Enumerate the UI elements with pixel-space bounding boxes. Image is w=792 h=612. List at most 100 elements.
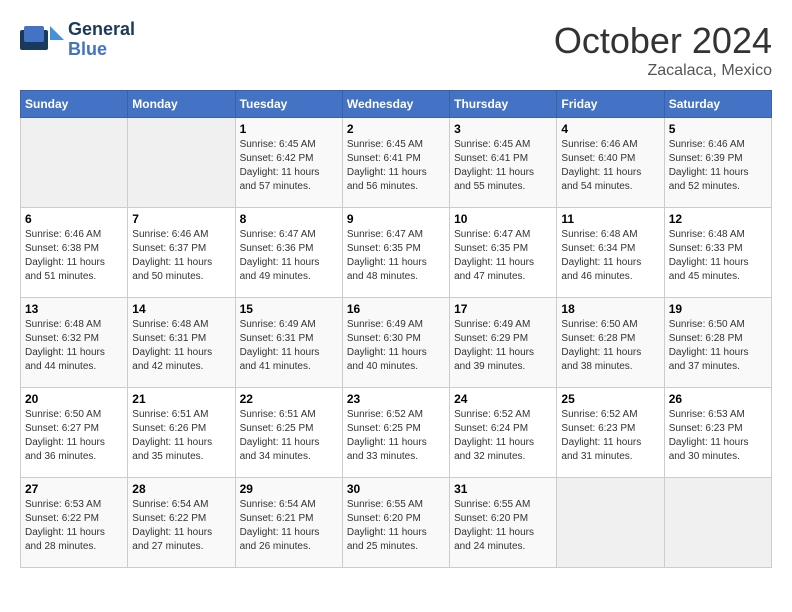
day-info: Sunrise: 6:53 AM Sunset: 6:22 PM Dayligh…: [25, 498, 123, 554]
day-number: 18: [561, 302, 659, 316]
calendar-cell: 21 Sunrise: 6:51 AM Sunset: 6:26 PM Dayli…: [128, 388, 235, 478]
day-number: 13: [25, 302, 123, 316]
calendar-cell: 26 Sunrise: 6:53 AM Sunset: 6:23 PM Dayli…: [664, 388, 771, 478]
day-number: 14: [132, 302, 230, 316]
day-number: 16: [347, 302, 445, 316]
weekday-header-row: SundayMondayTuesdayWednesdayThursdayFrid…: [21, 91, 772, 118]
day-number: 29: [240, 482, 338, 496]
calendar-cell: 31 Sunrise: 6:55 AM Sunset: 6:20 PM Dayli…: [450, 478, 557, 568]
calendar-cell: 19 Sunrise: 6:50 AM Sunset: 6:28 PM Dayli…: [664, 298, 771, 388]
day-info: Sunrise: 6:55 AM Sunset: 6:20 PM Dayligh…: [454, 498, 552, 554]
day-info: Sunrise: 6:48 AM Sunset: 6:33 PM Dayligh…: [669, 228, 767, 284]
calendar-week-row: 13Sunrise: 6:48 AM Sunset: 6:32 PM Dayli…: [21, 298, 772, 388]
weekday-header-cell: Sunday: [21, 91, 128, 118]
calendar-cell: [128, 118, 235, 208]
calendar-table: SundayMondayTuesdayWednesdayThursdayFrid…: [20, 90, 772, 568]
day-number: 17: [454, 302, 552, 316]
page-header: General Blue October 2024 Zacalaca, Mexi…: [20, 20, 772, 80]
logo-icon: [20, 22, 64, 58]
calendar-cell: 30 Sunrise: 6:55 AM Sunset: 6:20 PM Dayli…: [342, 478, 449, 568]
day-info: Sunrise: 6:48 AM Sunset: 6:31 PM Dayligh…: [132, 318, 230, 374]
calendar-cell: 8 Sunrise: 6:47 AM Sunset: 6:36 PM Daylig…: [235, 208, 342, 298]
day-number: 20: [25, 392, 123, 406]
weekday-header-cell: Monday: [128, 91, 235, 118]
title-block: October 2024 Zacalaca, Mexico: [554, 20, 772, 80]
calendar-body: 1Sunrise: 6:45 AM Sunset: 6:42 PM Daylig…: [21, 118, 772, 568]
day-info: Sunrise: 6:51 AM Sunset: 6:26 PM Dayligh…: [132, 408, 230, 464]
day-info: Sunrise: 6:53 AM Sunset: 6:23 PM Dayligh…: [669, 408, 767, 464]
weekday-header-cell: Thursday: [450, 91, 557, 118]
day-number: 11: [561, 212, 659, 226]
day-number: 3: [454, 122, 552, 136]
day-info: Sunrise: 6:49 AM Sunset: 6:29 PM Dayligh…: [454, 318, 552, 374]
day-info: Sunrise: 6:54 AM Sunset: 6:22 PM Dayligh…: [132, 498, 230, 554]
day-number: 27: [25, 482, 123, 496]
day-number: 10: [454, 212, 552, 226]
day-number: 2: [347, 122, 445, 136]
calendar-cell: 7 Sunrise: 6:46 AM Sunset: 6:37 PM Daylig…: [128, 208, 235, 298]
calendar-cell: 29Sunrise: 6:54 AM Sunset: 6:21 PM Dayli…: [235, 478, 342, 568]
calendar-cell: 16 Sunrise: 6:49 AM Sunset: 6:30 PM Dayli…: [342, 298, 449, 388]
day-number: 19: [669, 302, 767, 316]
day-info: Sunrise: 6:50 AM Sunset: 6:28 PM Dayligh…: [561, 318, 659, 374]
logo-line1: General: [68, 20, 135, 40]
day-info: Sunrise: 6:50 AM Sunset: 6:27 PM Dayligh…: [25, 408, 123, 464]
calendar-cell: 9 Sunrise: 6:47 AM Sunset: 6:35 PM Daylig…: [342, 208, 449, 298]
weekday-header-cell: Saturday: [664, 91, 771, 118]
day-number: 23: [347, 392, 445, 406]
calendar-cell: 14 Sunrise: 6:48 AM Sunset: 6:31 PM Dayli…: [128, 298, 235, 388]
location-subtitle: Zacalaca, Mexico: [554, 62, 772, 80]
calendar-week-row: 1Sunrise: 6:45 AM Sunset: 6:42 PM Daylig…: [21, 118, 772, 208]
day-number: 5: [669, 122, 767, 136]
calendar-cell: 11 Sunrise: 6:48 AM Sunset: 6:34 PM Dayli…: [557, 208, 664, 298]
day-info: Sunrise: 6:49 AM Sunset: 6:30 PM Dayligh…: [347, 318, 445, 374]
calendar-cell: 23Sunrise: 6:52 AM Sunset: 6:25 PM Dayli…: [342, 388, 449, 478]
day-info: Sunrise: 6:46 AM Sunset: 6:38 PM Dayligh…: [25, 228, 123, 284]
day-info: Sunrise: 6:47 AM Sunset: 6:36 PM Dayligh…: [240, 228, 338, 284]
day-number: 8: [240, 212, 338, 226]
calendar-week-row: 20 Sunrise: 6:50 AM Sunset: 6:27 PM Dayli…: [21, 388, 772, 478]
day-info: Sunrise: 6:55 AM Sunset: 6:20 PM Dayligh…: [347, 498, 445, 554]
calendar-week-row: 6 Sunrise: 6:46 AM Sunset: 6:38 PM Daylig…: [21, 208, 772, 298]
calendar-cell: 24 Sunrise: 6:52 AM Sunset: 6:24 PM Dayli…: [450, 388, 557, 478]
calendar-cell: 22Sunrise: 6:51 AM Sunset: 6:25 PM Dayli…: [235, 388, 342, 478]
calendar-cell: [21, 118, 128, 208]
day-number: 9: [347, 212, 445, 226]
month-title: October 2024: [554, 20, 772, 62]
day-number: 6: [25, 212, 123, 226]
day-info: Sunrise: 6:47 AM Sunset: 6:35 PM Dayligh…: [347, 228, 445, 284]
calendar-week-row: 27 Sunrise: 6:53 AM Sunset: 6:22 PM Dayli…: [21, 478, 772, 568]
calendar-cell: 20 Sunrise: 6:50 AM Sunset: 6:27 PM Dayli…: [21, 388, 128, 478]
day-info: Sunrise: 6:46 AM Sunset: 6:39 PM Dayligh…: [669, 138, 767, 194]
calendar-cell: 3Sunrise: 6:45 AM Sunset: 6:41 PM Daylig…: [450, 118, 557, 208]
weekday-header-cell: Friday: [557, 91, 664, 118]
day-info: Sunrise: 6:52 AM Sunset: 6:24 PM Dayligh…: [454, 408, 552, 464]
day-info: Sunrise: 6:46 AM Sunset: 6:37 PM Dayligh…: [132, 228, 230, 284]
day-info: Sunrise: 6:48 AM Sunset: 6:34 PM Dayligh…: [561, 228, 659, 284]
day-number: 30: [347, 482, 445, 496]
calendar-cell: 6 Sunrise: 6:46 AM Sunset: 6:38 PM Daylig…: [21, 208, 128, 298]
day-number: 1: [240, 122, 338, 136]
calendar-cell: 13Sunrise: 6:48 AM Sunset: 6:32 PM Dayli…: [21, 298, 128, 388]
calendar-cell: 2 Sunrise: 6:45 AM Sunset: 6:41 PM Daylig…: [342, 118, 449, 208]
logo-line2: Blue: [68, 40, 135, 60]
calendar-cell: 10Sunrise: 6:47 AM Sunset: 6:35 PM Dayli…: [450, 208, 557, 298]
day-number: 4: [561, 122, 659, 136]
calendar-cell: 15Sunrise: 6:49 AM Sunset: 6:31 PM Dayli…: [235, 298, 342, 388]
day-number: 24: [454, 392, 552, 406]
day-number: 26: [669, 392, 767, 406]
calendar-cell: 25Sunrise: 6:52 AM Sunset: 6:23 PM Dayli…: [557, 388, 664, 478]
weekday-header-cell: Tuesday: [235, 91, 342, 118]
calendar-cell: 17 Sunrise: 6:49 AM Sunset: 6:29 PM Dayli…: [450, 298, 557, 388]
day-number: 21: [132, 392, 230, 406]
day-number: 31: [454, 482, 552, 496]
day-number: 7: [132, 212, 230, 226]
day-info: Sunrise: 6:45 AM Sunset: 6:41 PM Dayligh…: [347, 138, 445, 194]
day-number: 12: [669, 212, 767, 226]
calendar-cell: 27 Sunrise: 6:53 AM Sunset: 6:22 PM Dayli…: [21, 478, 128, 568]
calendar-cell: 28Sunrise: 6:54 AM Sunset: 6:22 PM Dayli…: [128, 478, 235, 568]
calendar-cell: 4Sunrise: 6:46 AM Sunset: 6:40 PM Daylig…: [557, 118, 664, 208]
day-info: Sunrise: 6:51 AM Sunset: 6:25 PM Dayligh…: [240, 408, 338, 464]
logo: General Blue: [20, 20, 135, 60]
day-info: Sunrise: 6:50 AM Sunset: 6:28 PM Dayligh…: [669, 318, 767, 374]
